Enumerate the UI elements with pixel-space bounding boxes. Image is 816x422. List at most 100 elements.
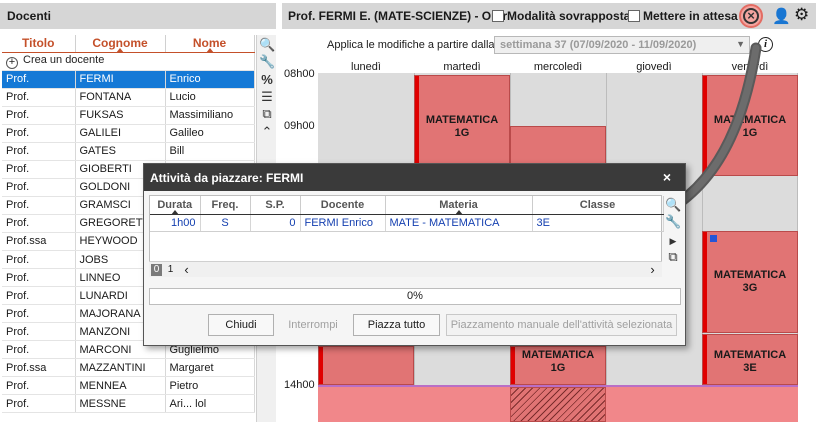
teacher-surname: MENNEA — [75, 376, 166, 396]
column-header-title[interactable]: Titolo — [2, 35, 76, 53]
progress-bar: 0% — [149, 288, 681, 305]
teacher-row[interactable]: Prof. MENNEA Pietro — [2, 376, 255, 396]
plus-icon: + — [6, 56, 18, 69]
placement-dialog: Attività da piazzare: FERMI × Durata Fre… — [143, 163, 686, 346]
sort-icon — [454, 209, 463, 215]
close-button[interactable]: Chiudi — [208, 314, 274, 336]
wrench-icon[interactable]: 🔧 — [259, 54, 275, 70]
teacher-row[interactable]: Prof. FUKSAS Massimiliano — [2, 106, 255, 125]
day-tuesday: martedì — [443, 61, 481, 73]
teacher-title: Prof. — [2, 394, 76, 414]
percent-icon[interactable]: % — [259, 72, 275, 88]
teacher-row[interactable]: Prof. MESSNE Ari... lol — [2, 394, 255, 414]
teacher-title: Prof. — [2, 304, 76, 324]
teacher-title: Prof. — [2, 88, 76, 107]
teacher-surname: MAZZANTINI — [75, 358, 166, 378]
teacher-row[interactable]: Prof. GALILEI Galileo — [2, 124, 255, 143]
teacher-name: Margaret — [165, 358, 255, 378]
arrow-right-icon[interactable]: ▶ — [665, 233, 681, 249]
teacher-title: Prof. — [2, 214, 76, 233]
page-1[interactable]: 1 — [165, 264, 176, 276]
teacher-surname: FERMI — [75, 70, 166, 89]
page-0[interactable]: 0 — [151, 264, 162, 276]
teacher-name: Enrico — [165, 70, 255, 89]
teacher-title: Prof. — [2, 322, 76, 342]
teacher-name: Galileo — [165, 124, 255, 143]
teacher-row[interactable]: Prof. FONTANA Lucio — [2, 88, 255, 107]
overlay-mode-checkbox[interactable]: Modalità sovrapposta — [492, 9, 630, 23]
teacher-title: Prof. — [2, 160, 76, 179]
teacher-title: Prof. — [2, 178, 76, 197]
teacher-title: Prof. — [2, 142, 76, 161]
create-teacher-label: Crea un docente — [23, 53, 105, 66]
teacher-name: Bill — [165, 142, 255, 161]
place-all-button[interactable]: Piazza tutto — [353, 314, 440, 336]
horizontal-scrollbar[interactable]: 0 1 ‹ › — [149, 261, 662, 277]
teacher-title: Prof.ssa — [2, 358, 76, 378]
gear-icon[interactable]: ⚙ — [794, 5, 809, 25]
sort-ascending-icon — [116, 47, 124, 53]
put-on-hold-checkbox[interactable]: Mettere in attesa — [628, 9, 738, 23]
lesson-block[interactable] — [318, 346, 414, 385]
copy-icon[interactable]: ⧉ — [259, 106, 275, 122]
teacher-surname: FUKSAS — [75, 106, 166, 125]
lesson-block[interactable]: MATEMATICA 1G — [510, 346, 606, 385]
close-circle-icon: × — [743, 8, 759, 24]
hour-label: 14h00 — [284, 379, 315, 391]
dialog-close-icon[interactable]: × — [663, 169, 671, 185]
teacher-title: Prof. — [2, 286, 76, 306]
teacher-row[interactable]: Prof. GATES Bill — [2, 142, 255, 161]
search-icon[interactable]: 🔍 — [665, 197, 681, 213]
teacher-title: Prof. — [2, 340, 76, 360]
teacher-row[interactable]: Prof.ssa MAZZANTINI Margaret — [2, 358, 255, 378]
timetable-header: Prof. FERMI E. (MATE-SCIENZE) - Orar Mod… — [282, 3, 816, 29]
search-icon[interactable]: 🔍 — [259, 37, 275, 53]
column-header-surname[interactable]: Cognome — [75, 35, 166, 53]
teacher-surname: FONTANA — [75, 88, 166, 107]
interrupt-button[interactable]: Interrompi — [283, 314, 343, 336]
teacher-name: Ari... lol — [165, 394, 255, 414]
teacher-surname: GATES — [75, 142, 166, 161]
teacher-title: Prof. — [2, 106, 76, 125]
column-header-sp[interactable]: S.P. — [250, 196, 301, 215]
manual-placement-button[interactable]: Piazzamento manuale dell'attività selezi… — [446, 314, 677, 336]
teacher-title: Prof. — [2, 70, 76, 89]
lesson-block[interactable]: MATEMATICA 3E — [702, 334, 798, 385]
column-header-frequency[interactable]: Freq. — [200, 196, 251, 215]
teacher-title: Prof. — [2, 196, 76, 215]
column-header-teacher[interactable]: Docente — [300, 196, 386, 215]
lesson-block[interactable]: MATEMATICA 1G — [414, 75, 510, 176]
hour-label: 09h00 — [284, 120, 315, 132]
hour-label: 08h00 — [284, 68, 315, 80]
column-header-subject[interactable]: Materia — [385, 196, 533, 215]
lesson-block[interactable]: MATEMATICA 3G — [702, 231, 798, 333]
column-header-duration[interactable]: Durata — [150, 196, 201, 215]
apply-from-label: Applica le modifiche a partire dalla — [327, 39, 495, 51]
teacher-name: Lucio — [165, 88, 255, 107]
create-teacher-row[interactable]: + Crea un docente — [2, 52, 255, 71]
teacher-row[interactable]: Prof. FERMI Enrico — [2, 70, 255, 89]
teacher-title: Prof. — [2, 250, 76, 270]
activity-row[interactable]: 1h00 S 0 FERMI Enrico MATE - MATEMATICA … — [150, 214, 664, 232]
teacher-surname: MESSNE — [75, 394, 166, 414]
list-icon[interactable]: ☰ — [259, 89, 275, 105]
scroll-left-icon[interactable]: ‹ — [181, 263, 192, 276]
teacher-icon[interactable]: 👤 — [772, 7, 791, 25]
teachers-panel-title: Docenti — [0, 3, 276, 29]
scroll-right-icon[interactable]: › — [647, 263, 658, 276]
cancel-placement-button[interactable]: × — [739, 4, 763, 28]
teacher-title: Prof. — [2, 124, 76, 143]
day-monday: lunedì — [351, 61, 381, 73]
timetable-title: Prof. FERMI E. (MATE-SCIENZE) - Orar — [288, 9, 508, 23]
chevron-up-icon[interactable]: ⌃ — [259, 124, 275, 140]
teacher-name: Massimiliano — [165, 106, 255, 125]
column-header-name[interactable]: Nome — [165, 35, 255, 53]
copy-icon[interactable]: ⧉ — [665, 249, 681, 265]
sort-icon — [170, 209, 179, 215]
teacher-name: Pietro — [165, 376, 255, 396]
column-header-class[interactable]: Classe — [532, 196, 664, 215]
teacher-title: Prof.ssa — [2, 232, 76, 252]
lesson-block-hatched[interactable] — [510, 387, 606, 422]
wrench-icon[interactable]: 🔧 — [665, 214, 681, 230]
dialog-title: Attività da piazzare: FERMI — [144, 164, 685, 191]
